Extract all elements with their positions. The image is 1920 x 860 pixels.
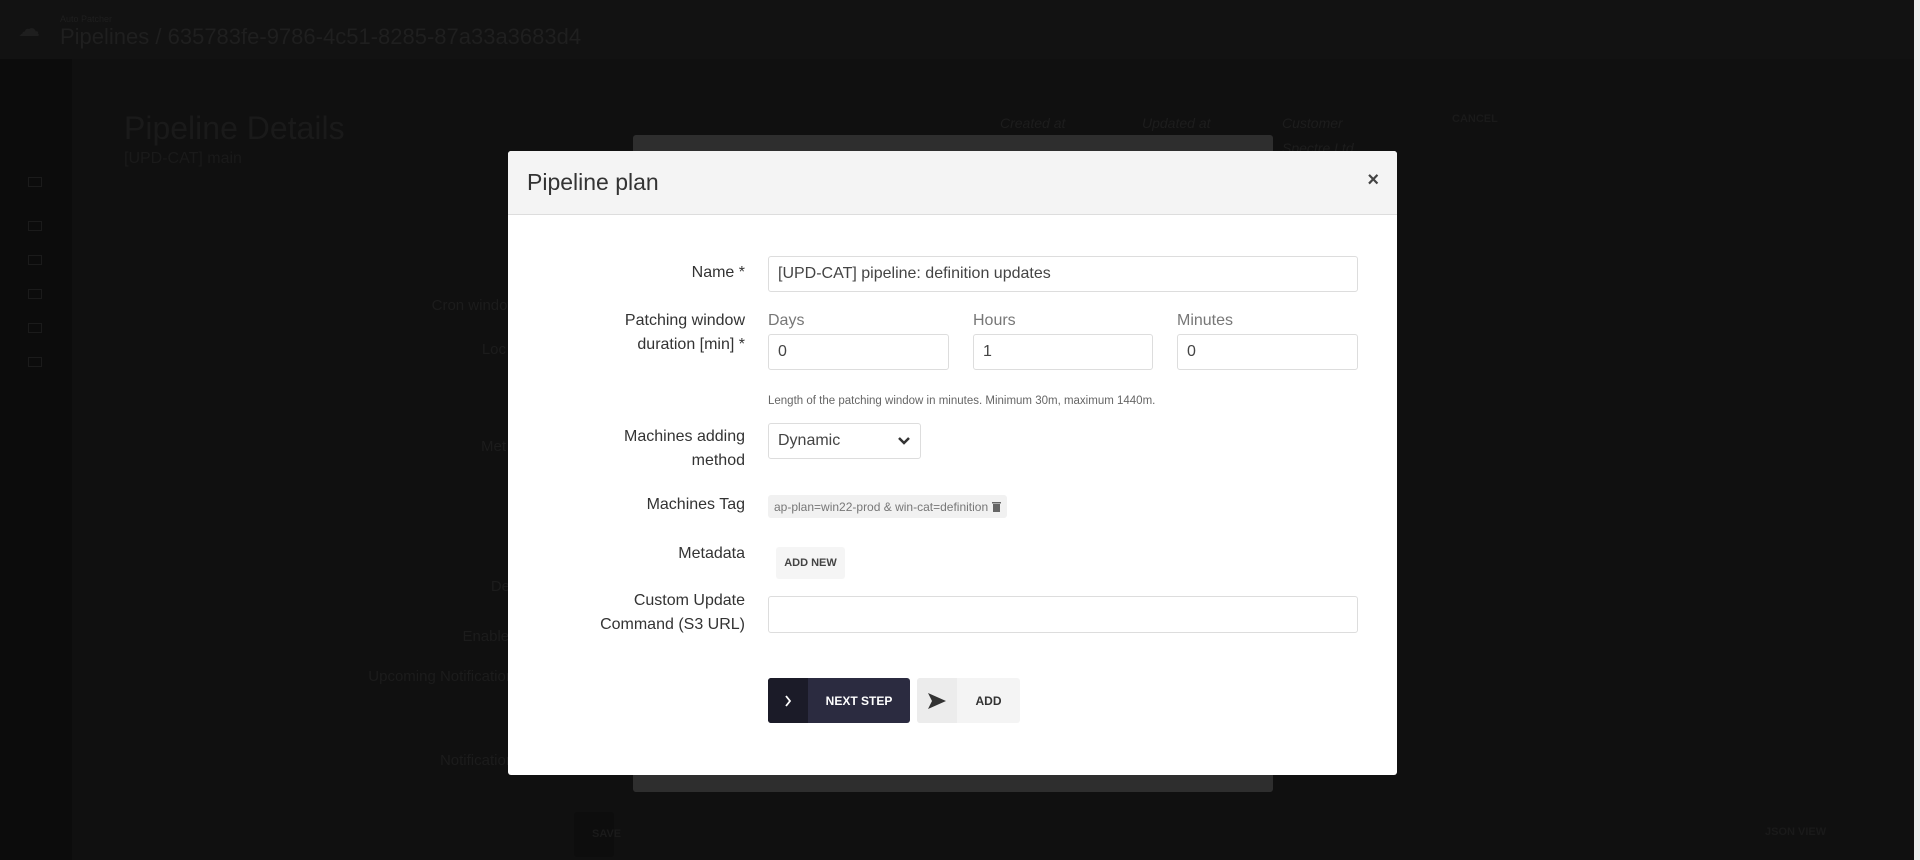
days-label: Days (768, 312, 805, 329)
app-name: Auto Patcher (60, 14, 113, 24)
name-label: Name * (691, 264, 745, 281)
top-bar: ☁ Auto Patcher Pipelines / 635783fe-9786… (0, 0, 1920, 59)
modal-title: Pipeline plan (527, 169, 659, 195)
name-input[interactable]: [UPD-CAT] pipeline: definition updates (768, 256, 1358, 292)
chevron-right-icon (768, 678, 808, 723)
sidebar-nav-icon[interactable] (28, 289, 42, 299)
sidebar (0, 59, 72, 860)
modal-body: Name * [UPD-CAT] pipeline: definition up… (508, 215, 1397, 775)
cloud-logo-icon: ☁ (18, 16, 40, 41)
minutes-label: Minutes (1177, 312, 1234, 329)
days-input[interactable]: 0 (768, 334, 949, 370)
duration-help-text: Length of the patching window in minutes… (768, 395, 1156, 407)
metadata-label: Metadata (678, 545, 745, 562)
add-new-metadata-button[interactable]: ADD NEW (776, 547, 845, 579)
sidebar-nav-icon[interactable] (28, 255, 42, 265)
page-title: Pipeline Details (124, 110, 345, 146)
chevron-down-icon (898, 437, 910, 445)
duration-label-line2: duration [min] * (637, 336, 745, 353)
add-label: ADD (975, 693, 1002, 708)
pipeline-plan-modal: Pipeline plan × Name * [UPD-CAT] pipelin… (508, 151, 1397, 775)
breadcrumb[interactable]: Pipelines / 635783fe-9786-4c51-8285-87a3… (60, 24, 581, 50)
method-label-line2: method (691, 452, 745, 469)
duration-label-line1: Patching window (624, 312, 745, 329)
sidebar-nav-icon[interactable] (28, 323, 42, 333)
cancel-button[interactable]: CANCEL (1452, 113, 1498, 125)
sidebar-nav-icon[interactable] (28, 177, 42, 187)
bg-field-label: Upcoming Notification Ti (368, 668, 530, 685)
bg-field-label: Loc (481, 341, 506, 358)
method-select-value: Dynamic (778, 432, 841, 449)
sidebar-nav-icon[interactable] (28, 357, 42, 367)
minutes-input[interactable]: 0 (1177, 334, 1358, 370)
customer-label: Customer (1282, 115, 1343, 131)
machines-tag-value: ap-plan=win22-prod & win-cat=definition (774, 499, 989, 514)
save-label: SAVE (592, 828, 622, 840)
trash-icon[interactable] (992, 501, 1002, 512)
close-icon[interactable]: × (1367, 169, 1379, 192)
updated-at-label: Updated at (1142, 115, 1211, 131)
method-label-line1: Machines adding (624, 428, 745, 445)
machines-tag-chip: ap-plan=win22-prod & win-cat=definition (768, 495, 1008, 518)
custom-cmd-label-line2: Command (S3 URL) (600, 616, 745, 633)
machines-tag-label: Machines Tag (646, 496, 745, 513)
next-step-button[interactable]: NEXT STEP (768, 678, 910, 723)
send-icon (917, 678, 957, 723)
save-button[interactable]: SAVE (574, 812, 621, 857)
created-at-label: Created at (1000, 115, 1066, 131)
custom-cmd-input[interactable] (768, 596, 1358, 633)
sidebar-nav-icon[interactable] (28, 221, 42, 231)
next-step-label: NEXT STEP (825, 693, 893, 708)
hours-input[interactable]: 1 (973, 334, 1153, 370)
method-select[interactable]: Dynamic (768, 423, 921, 459)
custom-cmd-label-line1: Custom Update (633, 592, 745, 609)
hours-label: Hours (973, 312, 1016, 329)
page-subtitle: [UPD-CAT] main (124, 150, 242, 167)
bg-field-label: Met (480, 438, 506, 455)
scrollbar[interactable] (1914, 0, 1920, 860)
modal-header: Pipeline plan × (508, 151, 1397, 215)
add-button[interactable]: ADD (917, 678, 1020, 723)
json-view-button[interactable]: JSON VIEW (1765, 826, 1826, 838)
